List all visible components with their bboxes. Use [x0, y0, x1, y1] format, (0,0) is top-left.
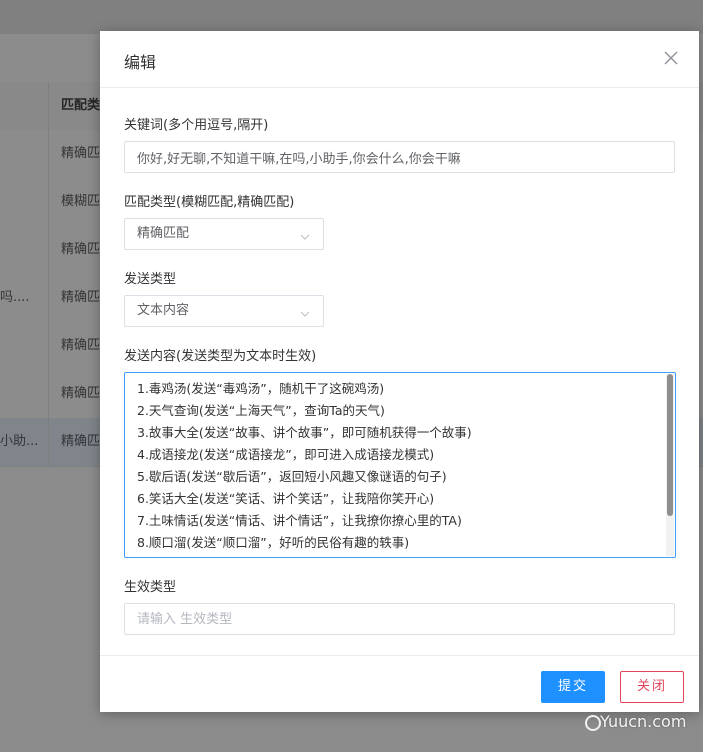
- edit-dialog: 编辑 关键词(多个用逗号,隔开) 匹配类型(模糊匹配,精确匹配) 精确匹配 发送…: [100, 31, 699, 712]
- textarea-scrollbar[interactable]: [666, 374, 674, 556]
- scrollbar-thumb[interactable]: [667, 374, 673, 516]
- match-type-select[interactable]: 精确匹配: [124, 218, 324, 250]
- send-content-label: 发送内容(发送类型为文本时生效): [124, 349, 317, 364]
- send-type-label: 发送类型: [124, 272, 177, 287]
- send-content-textarea[interactable]: 1.毒鸡汤(发送“毒鸡汤”，随机干了这碗鸡汤) 2.天气查询(发送“上海天气”，…: [124, 372, 676, 558]
- match-type-value: 精确匹配: [137, 226, 190, 241]
- content-line: 2.天气查询(发送“上海天气”，查询Ta的天气): [137, 403, 385, 418]
- send-type-value: 文本内容: [137, 303, 190, 318]
- content-line: 4.成语接龙(发送“成语接龙”，即可进入成语接龙模式): [137, 447, 435, 462]
- send-content-text: 1.毒鸡汤(发送“毒鸡汤”，随机干了这碗鸡汤) 2.天气查询(发送“上海天气”，…: [137, 378, 472, 554]
- chevron-down-icon: [299, 305, 311, 317]
- effect-type-label: 生效类型: [124, 580, 177, 595]
- watermark-text: Yuucn.com: [600, 712, 687, 731]
- content-line: 8.顺口溜(发送“顺口溜”，好听的民俗有趣的轶事): [137, 535, 410, 550]
- close-button[interactable]: 关闭: [620, 671, 684, 703]
- content-line: 5.歇后语(发送“歇后语”，返回短小风趣又像谜语的句子): [137, 469, 447, 484]
- watermark: Yuucn.com: [584, 703, 694, 743]
- keywords-label: 关键词(多个用逗号,隔开): [124, 118, 269, 133]
- content-line: 1.毒鸡汤(发送“毒鸡汤”，随机干了这碗鸡汤): [137, 381, 385, 396]
- dialog-header: 编辑: [100, 31, 699, 88]
- content-line: 7.土味情话(发送“情话、讲个情话”，让我撩你撩心里的TA): [137, 513, 462, 528]
- send-type-select[interactable]: 文本内容: [124, 295, 324, 327]
- resize-handle-icon[interactable]: [666, 548, 674, 557]
- content-line: 6.笑话大全(发送“笑话、讲个笑话”，让我陪你笑开心): [137, 491, 435, 506]
- close-icon[interactable]: [662, 49, 680, 67]
- effect-type-input[interactable]: [124, 603, 675, 635]
- match-type-label: 匹配类型(模糊匹配,精确匹配): [124, 195, 295, 210]
- keywords-input[interactable]: [124, 141, 675, 173]
- chevron-down-icon: [299, 228, 311, 240]
- dialog-title: 编辑: [124, 53, 157, 72]
- submit-button[interactable]: 提交: [541, 671, 605, 703]
- content-line: 3.故事大全(发送“故事、讲个故事”，即可随机获得一个故事): [137, 425, 472, 440]
